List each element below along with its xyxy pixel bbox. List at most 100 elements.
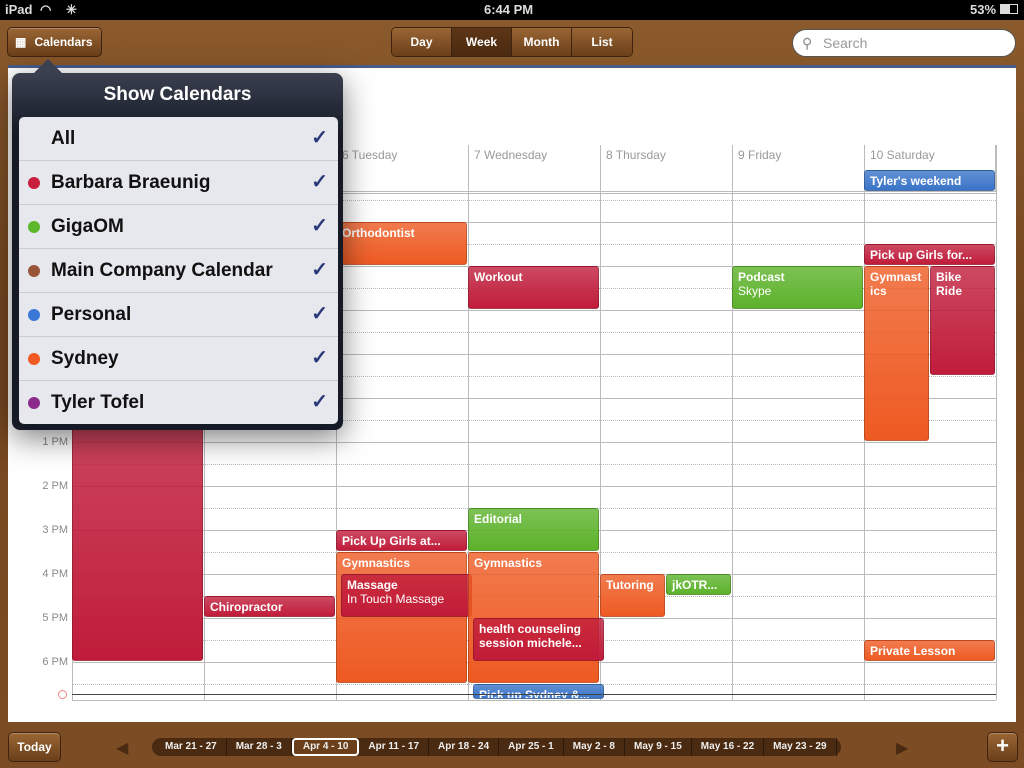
hour-line bbox=[72, 442, 996, 443]
event-block[interactable]: jkOTR... bbox=[666, 574, 731, 595]
calendar-name: Barbara Braeunig bbox=[51, 172, 211, 193]
event-title: Chiropractor bbox=[210, 600, 283, 614]
hour-line bbox=[72, 486, 996, 487]
wifi-icon: ◠ bbox=[40, 2, 52, 17]
half-hour-line bbox=[72, 464, 996, 465]
checkmark-icon: ✓ bbox=[311, 391, 328, 413]
calendar-toggle-row[interactable]: Tyler Tofel ✓ bbox=[19, 381, 338, 424]
event-block[interactable]: Bike Ride bbox=[930, 266, 995, 375]
all-day-event[interactable]: Tyler's weekend bbox=[864, 170, 995, 191]
today-button[interactable]: Today bbox=[8, 732, 61, 762]
grid-bottom bbox=[72, 700, 996, 701]
tab-month[interactable]: Month bbox=[512, 28, 572, 56]
battery-icon bbox=[1000, 4, 1018, 14]
event-block[interactable]: Chiropractor bbox=[204, 596, 335, 617]
event-block[interactable]: Editorial bbox=[468, 508, 599, 551]
week-range-item[interactable]: May 9 - 15 bbox=[625, 738, 692, 756]
event-title: Private Lesson bbox=[870, 644, 956, 658]
event-block[interactable]: Gymnastics bbox=[336, 552, 467, 683]
day-header-friday: 9 Friday bbox=[732, 145, 864, 192]
checkmark-icon: ✓ bbox=[311, 171, 328, 193]
event-title: Podcast bbox=[738, 270, 785, 284]
week-range-item[interactable]: Mar 28 - 3 bbox=[227, 738, 292, 756]
time-label: 4 PM bbox=[42, 568, 68, 580]
week-range-item[interactable]: May 2 - 8 bbox=[564, 738, 625, 756]
current-time-line bbox=[72, 694, 996, 695]
event-block[interactable]: health counseling session michele... bbox=[473, 618, 604, 661]
event-title: Gymnastics bbox=[474, 556, 543, 570]
day-header-tuesday: 6 Tuesday bbox=[336, 145, 468, 192]
day-header-thursday: 8 Thursday bbox=[600, 145, 732, 192]
event-block[interactable]: Orthodontist bbox=[336, 222, 467, 265]
calendar-toggle-row[interactable]: Main Company Calendar ✓ bbox=[19, 249, 338, 293]
popover-arrow bbox=[34, 59, 62, 73]
week-range-item[interactable]: Apr 4 - 10 bbox=[291, 738, 360, 756]
tab-day[interactable]: Day bbox=[392, 28, 452, 56]
event-block[interactable]: Podcast Skype bbox=[732, 266, 863, 309]
tab-list[interactable]: List bbox=[572, 28, 632, 56]
calendars-label: Calendars bbox=[34, 35, 93, 49]
calendar-toggle-row[interactable]: All ✓ bbox=[19, 117, 338, 161]
week-range-item[interactable]: Apr 11 - 17 bbox=[359, 738, 430, 756]
event-block[interactable] bbox=[72, 398, 203, 661]
view-switcher: Day Week Month List bbox=[391, 27, 633, 57]
calendars-button[interactable]: ▦ Calendars bbox=[7, 27, 102, 57]
calendar-color-dot bbox=[28, 265, 40, 277]
event-block[interactable]: Pick Up Girls at... bbox=[336, 530, 467, 551]
calendar-color-dot bbox=[28, 397, 40, 409]
clock: 6:44 PM bbox=[484, 2, 534, 17]
event-title: Pick up Girls for... bbox=[870, 248, 973, 262]
event-title: Tyler's weekend bbox=[870, 174, 962, 188]
event-location: Skype bbox=[738, 284, 772, 298]
current-time-dot bbox=[58, 690, 67, 699]
time-label: 2 PM bbox=[42, 480, 68, 492]
calendar-toggle-row[interactable]: Sydney ✓ bbox=[19, 337, 338, 381]
event-block[interactable]: Workout bbox=[468, 266, 599, 309]
event-title: Editorial bbox=[474, 512, 523, 526]
day-column-line bbox=[732, 145, 733, 700]
week-range-item[interactable]: Apr 18 - 24 bbox=[429, 738, 500, 756]
event-title: health counseling session michele... bbox=[479, 622, 582, 650]
event-location: In Touch Massage bbox=[347, 592, 445, 606]
calendar-name: Personal bbox=[51, 304, 132, 325]
calendar-toggle-row[interactable]: GigaOM ✓ bbox=[19, 205, 338, 249]
calendar-name: Sydney bbox=[51, 348, 119, 369]
event-block[interactable]: Gymnast ics bbox=[864, 266, 929, 441]
checkmark-icon: ✓ bbox=[311, 347, 328, 369]
event-title: Gymnastics bbox=[342, 556, 411, 570]
event-title: Orthodontist bbox=[342, 226, 415, 240]
calendar-grid-icon: ▦ bbox=[15, 35, 27, 49]
prev-week-arrow-icon[interactable]: ◀ bbox=[116, 738, 128, 758]
time-label: 6 PM bbox=[42, 656, 68, 668]
tab-week[interactable]: Week bbox=[452, 28, 512, 56]
calendar-name: GigaOM bbox=[51, 216, 124, 237]
checkmark-icon: ✓ bbox=[311, 127, 328, 149]
checkmark-icon: ✓ bbox=[311, 215, 328, 237]
event-title: Bike Ride bbox=[936, 270, 963, 298]
search-input[interactable]: ⚲ Search bbox=[792, 29, 1016, 57]
week-range-item[interactable]: May 23 - 29 bbox=[764, 738, 837, 756]
event-block[interactable]: Private Lesson bbox=[864, 640, 995, 661]
calendar-name: Main Company Calendar bbox=[51, 260, 273, 281]
week-range-item[interactable]: May 16 - 22 bbox=[692, 738, 765, 756]
time-label: 1 PM bbox=[42, 436, 68, 448]
add-event-button[interactable]: + bbox=[987, 732, 1018, 762]
event-block[interactable]: Tutoring bbox=[600, 574, 665, 617]
event-title: Massage bbox=[347, 578, 398, 592]
week-range-item[interactable]: Mar 21 - 27 bbox=[156, 738, 227, 756]
calendar-toggle-row[interactable]: Barbara Braeunig ✓ bbox=[19, 161, 338, 205]
checkmark-icon: ✓ bbox=[311, 303, 328, 325]
next-week-arrow-icon[interactable]: ▶ bbox=[896, 738, 908, 758]
day-column-line bbox=[996, 145, 997, 700]
event-block[interactable]: Massage In Touch Massage bbox=[341, 574, 472, 617]
event-title: jkOTR... bbox=[672, 578, 718, 592]
event-block[interactable]: Pick up Sydney &... bbox=[473, 684, 604, 699]
search-icon: ⚲ bbox=[802, 35, 813, 51]
event-title: Workout bbox=[474, 270, 523, 284]
search-placeholder: Search bbox=[823, 35, 868, 51]
event-block[interactable]: Pick up Girls for... bbox=[864, 244, 995, 265]
week-scrubber: Mar 21 - 27 Mar 28 - 3 Apr 4 - 10 Apr 11 - … bbox=[152, 738, 841, 756]
battery-percent: 53% bbox=[970, 2, 997, 17]
week-range-item[interactable]: Apr 25 - 1 bbox=[499, 738, 564, 756]
calendar-toggle-row[interactable]: Personal ✓ bbox=[19, 293, 338, 337]
